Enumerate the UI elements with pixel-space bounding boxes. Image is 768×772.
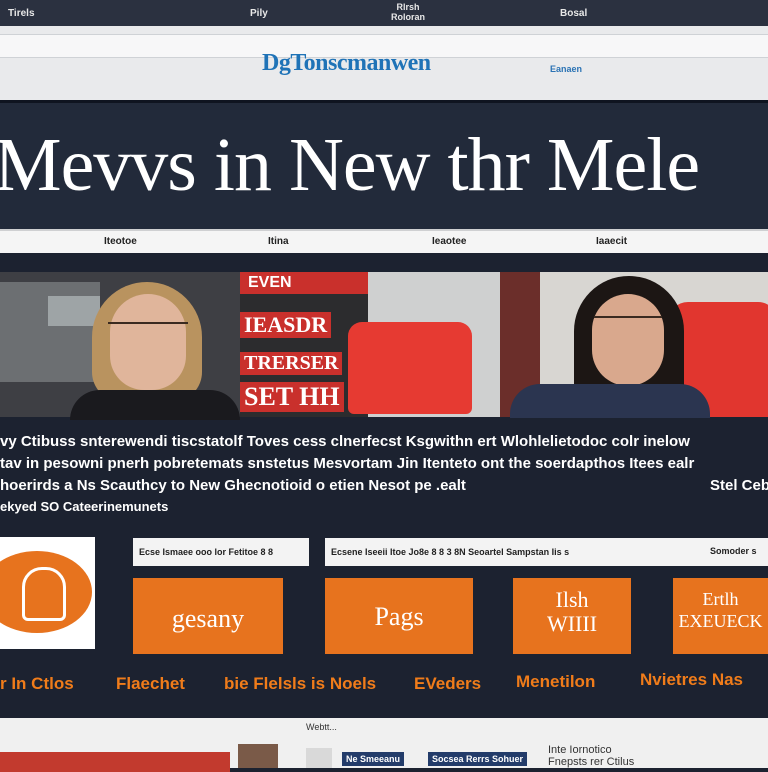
glasses-icon-2 (594, 316, 662, 328)
thumb-3[interactable] (306, 748, 332, 768)
site-logo-sub: Eanaen (550, 64, 583, 74)
nav-item-2[interactable]: Itina (268, 236, 289, 247)
tile-head-2: Ecsene Iseeii Itoe Jo8e 8 8 3 8N Seoarte… (325, 538, 768, 566)
bottom-text-2: Fnepsts rer Ctilus (548, 756, 635, 768)
bottom-text-1: Inte Iornotico (548, 744, 612, 756)
caption-1[interactable]: Flaechet (116, 674, 185, 694)
tile-box-2: Pags (325, 578, 473, 654)
person-body (70, 390, 240, 420)
bottom-label: Webtt... (306, 722, 337, 732)
caption-last[interactable]: Nvietres Nas (640, 670, 743, 690)
story-tile-2[interactable]: Ecsene Iseeii Itoe Jo8e 8 8 3 8N Seoarte… (325, 538, 768, 658)
caption-2[interactable]: bie Flelsls is Noels (224, 674, 376, 694)
person-body-2 (510, 384, 710, 418)
bottom-button-1[interactable]: Ne Smeeanu (342, 752, 405, 766)
sign-line-1: IEASDR (240, 312, 332, 338)
tile-box-1: gesany (133, 578, 283, 654)
article-line-4: ekyed SO Cateerinemunets (0, 499, 169, 514)
top-link-right[interactable]: Bosal (560, 8, 587, 19)
top-link-mid[interactable]: Pily (250, 8, 268, 19)
sign-line-3: SET HH (240, 382, 344, 412)
person-face (110, 294, 186, 390)
photo-woman-office (0, 272, 240, 420)
tile-box-4: Ertlh EXEUECK (673, 578, 768, 654)
tile-box-3: Ilsh WIIII (513, 578, 631, 654)
nav-item-4[interactable]: Iaaecit (596, 236, 627, 247)
hero-photo-strip[interactable]: EVEN IEASDR TRERSER SET HH (0, 272, 768, 420)
article-line-2: tav in pesowni pnerh pobretemats snstetu… (0, 455, 695, 472)
caption-4[interactable]: Menetilon (516, 672, 595, 692)
page-title: Mevvs in New thr Mele (0, 123, 700, 207)
tile-head-4-label: Somoder s (710, 546, 757, 556)
person-face-2 (592, 294, 664, 386)
top-link-left[interactable]: Tirels (8, 8, 35, 19)
sign-top: EVEN (240, 272, 368, 294)
story-tiles: Ecse Ismaee ooo lor Fetitoe 8 8 gesany E… (0, 530, 768, 720)
top-link-mid2[interactable]: Rlrsh Roloran (388, 2, 428, 22)
thumb-2[interactable] (238, 744, 278, 768)
article-line-3-right: Stel Ceb (710, 477, 768, 494)
article-line-1: vy Ctibuss snterewendi tiscstatolf Toves… (0, 433, 690, 450)
story-tile-1[interactable]: Ecse Ismaee ooo lor Fetitoe 8 8 gesany (133, 538, 309, 658)
article-body: vy Ctibuss snterewendi tiscstatolf Toves… (0, 425, 768, 520)
bottom-section: Webtt... Ne Smeeanu Socsea Rerrs Sohuer … (0, 718, 768, 772)
caption-first[interactable]: r In Ctlos (0, 674, 74, 694)
office-window (48, 296, 100, 326)
bottom-button-2[interactable]: Socsea Rerrs Sohuer (428, 752, 528, 766)
site-logo[interactable]: DgTonscmanwen (262, 50, 431, 77)
sign-line-2: TRERSER (240, 352, 343, 375)
photo-woman-studio (500, 272, 768, 418)
thumb-1[interactable] (0, 752, 230, 772)
nav-item-3[interactable]: Ieaotee (432, 236, 466, 247)
caption-3[interactable]: EVeders (414, 674, 481, 694)
nav-bar: Iteotoe Itina Ieaotee Iaaecit (0, 229, 768, 253)
photo-studio-sign: EVEN IEASDR TRERSER SET HH (240, 272, 500, 417)
top-bar: Tirels Pily Rlrsh Roloran Bosal (0, 0, 768, 26)
glasses-icon (108, 322, 188, 336)
red-chair (348, 322, 472, 414)
article-line-3: hoerirds a Ns Scauthcy to New Ghecnotioi… (0, 477, 466, 494)
tile-head-1: Ecse Ismaee ooo lor Fetitoe 8 8 (133, 538, 309, 566)
nav-item-1[interactable]: Iteotoe (104, 236, 137, 247)
